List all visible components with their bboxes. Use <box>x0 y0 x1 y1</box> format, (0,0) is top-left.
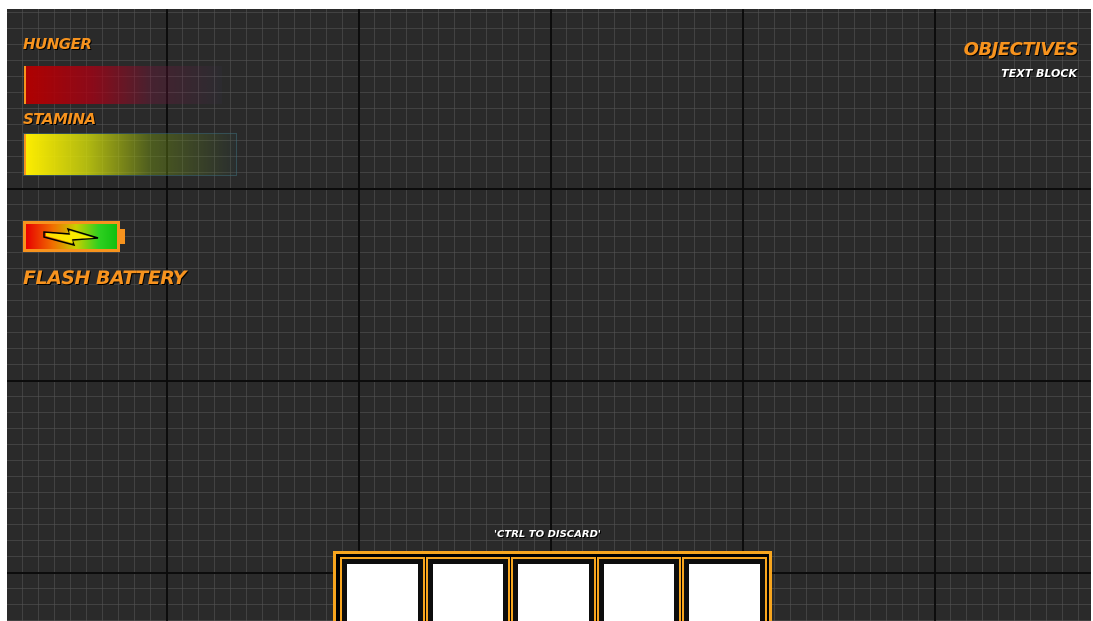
objectives-title: Objectives <box>963 39 1079 60</box>
inventory-slot-3[interactable] <box>511 557 596 621</box>
battery-tip <box>120 229 125 244</box>
flash-battery-label: Flash Battery <box>23 267 186 289</box>
lightning-bolt-icon <box>43 227 99 247</box>
game-viewport: Hunger Stamina Flash Battery Objectives … <box>7 9 1091 621</box>
stamina-label: Stamina <box>23 110 96 128</box>
objectives-text: Text Block <box>1001 67 1077 80</box>
hunger-bar-fill <box>24 66 222 104</box>
inventory-slot-1[interactable] <box>340 557 425 621</box>
stamina-bar-fill <box>24 134 236 175</box>
inventory-slot-4[interactable] <box>596 557 682 621</box>
stamina-bar <box>23 133 237 176</box>
stamina-bar-cap <box>24 134 26 175</box>
discard-hint: 'Ctrl to Discard' <box>494 529 601 540</box>
hunger-bar <box>23 65 223 105</box>
hunger-label: Hunger <box>23 35 92 53</box>
inventory-slot-5[interactable] <box>682 557 767 621</box>
hunger-bar-cap <box>24 66 26 104</box>
inventory-slot-2[interactable] <box>425 557 511 621</box>
inventory-hotbar <box>333 551 772 621</box>
flash-battery-meter <box>23 221 120 252</box>
